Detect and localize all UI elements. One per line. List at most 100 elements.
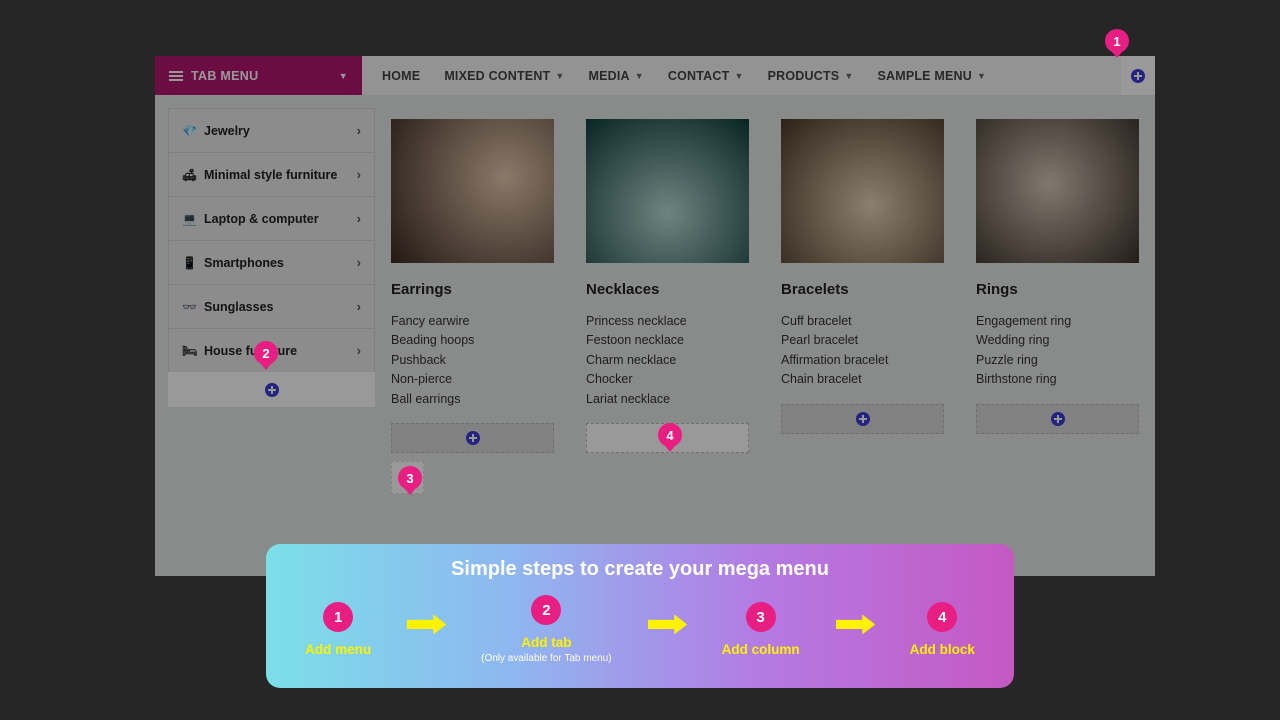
nav-item-home[interactable]: HOME bbox=[382, 69, 420, 83]
chevron-down-icon: ▼ bbox=[977, 71, 986, 81]
column-title: Necklaces bbox=[586, 281, 749, 298]
step-number: 4 bbox=[927, 602, 957, 632]
guide-step-1: 1 Add menu bbox=[305, 602, 371, 657]
menu-link[interactable]: Chain bracelet bbox=[781, 370, 944, 389]
tab-menu-button[interactable]: TAB MENU ▼ bbox=[155, 56, 362, 95]
content-grid: Earrings Fancy earwire Beading hoops Pus… bbox=[375, 95, 1155, 518]
sidebar-item-jewelry[interactable]: 💎Jewelry› bbox=[168, 108, 375, 152]
guide-panel: Simple steps to create your mega menu 1 … bbox=[266, 544, 1014, 688]
link-list: Fancy earwire Beading hoops Pushback Non… bbox=[391, 312, 554, 409]
menu-link[interactable]: Chocker bbox=[586, 370, 749, 389]
menu-link[interactable]: Pushback bbox=[391, 351, 554, 370]
guide-step-3: 3 Add column bbox=[722, 602, 800, 657]
link-list: Princess necklace Festoon necklace Charm… bbox=[586, 312, 749, 409]
sidebar-item-furniture[interactable]: 🛋Minimal style furniture› bbox=[168, 152, 375, 196]
menu-link[interactable]: Charm necklace bbox=[586, 351, 749, 370]
column-title: Earrings bbox=[391, 281, 554, 298]
glasses-icon: 👓 bbox=[182, 300, 196, 314]
plus-circle-icon bbox=[1051, 412, 1065, 426]
menu-link[interactable]: Ball earrings bbox=[391, 390, 554, 409]
menu-link[interactable]: Non-pierce bbox=[391, 370, 554, 389]
step-label: Add tab bbox=[481, 635, 611, 650]
guide-step-2: 2 Add tab (Only available for Tab menu) bbox=[481, 595, 611, 664]
chevron-right-icon: › bbox=[357, 211, 361, 226]
chevron-down-icon: ▼ bbox=[635, 71, 644, 81]
guide-title: Simple steps to create your mega menu bbox=[266, 558, 1014, 581]
product-image bbox=[391, 119, 554, 263]
menu-link[interactable]: Wedding ring bbox=[976, 331, 1139, 350]
menu-link[interactable]: Puzzle ring bbox=[976, 351, 1139, 370]
laptop-icon: 💻 bbox=[182, 212, 196, 226]
product-image bbox=[781, 119, 944, 263]
product-image bbox=[586, 119, 749, 263]
nav-items: HOME MIXED CONTENT▼ MEDIA▼ CONTACT▼ PROD… bbox=[362, 56, 1006, 95]
step-number: 2 bbox=[531, 595, 561, 625]
sidebar-item-smartphones[interactable]: 📱Smartphones› bbox=[168, 240, 375, 284]
column-bracelets: Bracelets Cuff bracelet Pearl bracelet A… bbox=[781, 119, 944, 494]
plus-circle-icon bbox=[1131, 69, 1145, 83]
step-number: 3 bbox=[746, 602, 776, 632]
top-nav: TAB MENU ▼ HOME MIXED CONTENT▼ MEDIA▼ CO… bbox=[155, 56, 1155, 95]
menu-link[interactable]: Princess necklace bbox=[586, 312, 749, 331]
menu-link[interactable]: Beading hoops bbox=[391, 331, 554, 350]
callout-pin-1: 1 bbox=[1105, 29, 1129, 57]
chevron-down-icon: ▼ bbox=[844, 71, 853, 81]
chevron-down-icon: ▼ bbox=[734, 71, 743, 81]
phone-icon: 📱 bbox=[182, 256, 196, 270]
chevron-right-icon: › bbox=[357, 167, 361, 182]
sofa-icon: 🛋 bbox=[182, 168, 196, 182]
nav-item-products[interactable]: PRODUCTS▼ bbox=[768, 69, 854, 83]
guide-step-4: 4 Add block bbox=[910, 602, 975, 657]
menu-link[interactable]: Festoon necklace bbox=[586, 331, 749, 350]
chevron-right-icon: › bbox=[357, 299, 361, 314]
menu-link[interactable]: Affirmation bracelet bbox=[781, 351, 944, 370]
menu-link[interactable]: Pearl bracelet bbox=[781, 331, 944, 350]
step-label: Add menu bbox=[305, 642, 371, 657]
column-title: Bracelets bbox=[781, 281, 944, 298]
bed-icon: 🛏 bbox=[182, 344, 196, 358]
callout-pin-3: 3 bbox=[398, 466, 422, 494]
chevron-right-icon: › bbox=[357, 343, 361, 358]
hamburger-icon bbox=[169, 69, 183, 83]
diamond-icon: 💎 bbox=[182, 124, 196, 138]
column-title: Rings bbox=[976, 281, 1139, 298]
menu-link[interactable]: Birthstone ring bbox=[976, 370, 1139, 389]
plus-circle-icon bbox=[856, 412, 870, 426]
sidebar: 💎Jewelry› 🛋Minimal style furniture› 💻Lap… bbox=[168, 108, 375, 518]
chevron-down-icon: ▼ bbox=[339, 71, 348, 81]
menu-link[interactable]: Cuff bracelet bbox=[781, 312, 944, 331]
sidebar-item-laptop[interactable]: 💻Laptop & computer› bbox=[168, 196, 375, 240]
mega-menu-body: 💎Jewelry› 🛋Minimal style furniture› 💻Lap… bbox=[155, 95, 1155, 518]
column-rings: Rings Engagement ring Wedding ring Puzzl… bbox=[976, 119, 1139, 494]
chevron-right-icon: › bbox=[357, 255, 361, 270]
nav-item-mixed-content[interactable]: MIXED CONTENT▼ bbox=[444, 69, 564, 83]
add-block-button[interactable] bbox=[976, 404, 1139, 434]
add-block-button[interactable] bbox=[391, 423, 554, 453]
menu-link[interactable]: Engagement ring bbox=[976, 312, 1139, 331]
step-label: Add block bbox=[910, 642, 975, 657]
nav-item-media[interactable]: MEDIA▼ bbox=[589, 69, 644, 83]
menu-link[interactable]: Lariat necklace bbox=[586, 390, 749, 409]
step-label: Add column bbox=[722, 642, 800, 657]
menu-link[interactable]: Fancy earwire bbox=[391, 312, 554, 331]
nav-item-contact[interactable]: CONTACT▼ bbox=[668, 69, 744, 83]
tab-menu-label: TAB MENU bbox=[191, 69, 258, 83]
plus-circle-icon bbox=[466, 431, 480, 445]
link-list: Cuff bracelet Pearl bracelet Affirmation… bbox=[781, 312, 944, 390]
callout-pin-4: 4 bbox=[658, 423, 682, 451]
callout-pin-2: 2 bbox=[254, 341, 278, 369]
sidebar-item-sunglasses[interactable]: 👓Sunglasses› bbox=[168, 284, 375, 328]
product-image bbox=[976, 119, 1139, 263]
add-tab-button[interactable] bbox=[168, 372, 375, 407]
step-extra: (Only available for Tab menu) bbox=[481, 653, 611, 664]
step-number: 1 bbox=[323, 602, 353, 632]
nav-item-sample-menu[interactable]: SAMPLE MENU▼ bbox=[877, 69, 986, 83]
add-menu-button[interactable] bbox=[1121, 56, 1155, 95]
app-window: TAB MENU ▼ HOME MIXED CONTENT▼ MEDIA▼ CO… bbox=[155, 56, 1155, 576]
add-block-button[interactable] bbox=[781, 404, 944, 434]
chevron-down-icon: ▼ bbox=[555, 71, 564, 81]
plus-circle-icon bbox=[265, 383, 279, 397]
chevron-right-icon: › bbox=[357, 123, 361, 138]
column-earrings: Earrings Fancy earwire Beading hoops Pus… bbox=[391, 119, 554, 494]
guide-steps: 1 Add menu ➡ 2 Add tab (Only available f… bbox=[266, 595, 1014, 664]
